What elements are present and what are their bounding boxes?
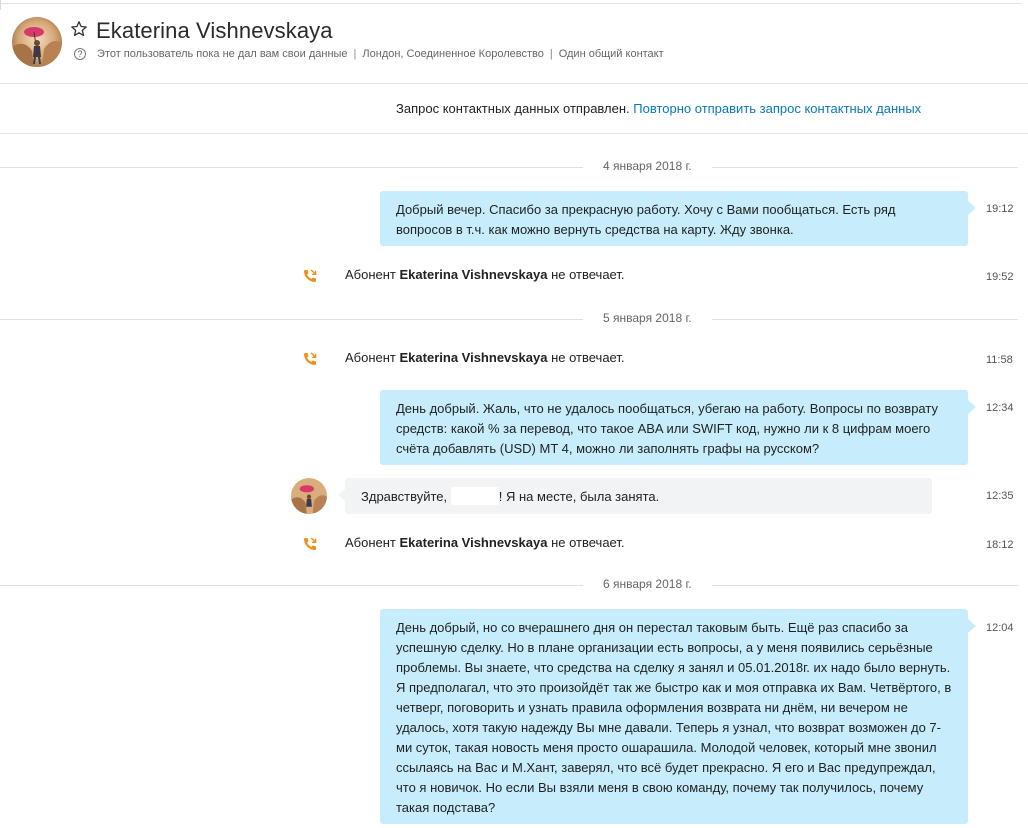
call-status: Абонент Ekaterina Vishnevskaya не отвеча… [345,350,624,365]
outgoing-message[interactable]: День добрый, но со вчерашнего дня он пер… [380,609,976,824]
avatar[interactable] [291,478,327,514]
message-text: День добрый, но со вчерашнего дня он пер… [396,620,952,815]
avatar[interactable] [12,17,62,67]
caller-name: Ekaterina Vishnevskaya [399,535,548,550]
date-separator: 6 января 2018 г. [0,576,1018,596]
redacted-name [450,487,499,505]
contact-name: Ekaterina Vishnevskaya [96,18,333,43]
missed-call-row: Абонент Ekaterina Vishnevskaya не отвеча… [0,534,1000,554]
date-label: 6 января 2018 г. [583,577,712,591]
frame-edge [0,3,1022,4]
message-time: 11:58 [986,354,1013,366]
missed-call-icon[interactable] [302,536,318,552]
incoming-message[interactable]: Здравствуйте, ! Я на месте, была занята. [338,478,932,514]
star-icon[interactable] [70,20,88,38]
date-label: 5 января 2018 г. [583,311,712,325]
missed-call-row: Абонент Ekaterina Vishnevskaya не отвеча… [0,266,1000,286]
call-status: Абонент Ekaterina Vishnevskaya не отвеча… [345,267,624,282]
resend-request-link[interactable]: Повторно отправить запрос контактных дан… [633,101,921,116]
request-status-text: Запрос контактных данных отправлен. [396,101,630,116]
contact-location: Лондон, Соединенное Королевство [362,48,544,60]
message-time: 12:35 [986,490,1014,502]
separator: | [549,48,553,60]
missed-call-icon[interactable] [302,351,318,367]
message-time: 12:04 [986,622,1014,634]
call-status: Абонент Ekaterina Vishnevskaya не отвеча… [345,535,624,550]
call-prefix: Абонент [345,267,396,282]
message-time: 19:12 [986,203,1014,215]
message-text: Добрый вечер. Спасибо за прекрасную рабо… [396,202,896,237]
message-time: 19:52 [986,271,1014,283]
message-text-end: ! Я на месте, была занята. [498,489,660,504]
missed-call-icon[interactable] [302,268,318,284]
help-icon[interactable]: ? [74,48,86,60]
date-label: 4 января 2018 г. [583,159,712,173]
caller-name: Ekaterina Vishnevskaya [399,267,548,282]
separator: | [353,48,357,60]
privacy-note: Этот пользователь пока не дал вам свои д… [97,48,348,60]
call-prefix: Абонент [345,535,396,550]
message-time: 12:34 [986,402,1014,414]
message-text-start: Здравствуйте, [361,489,448,504]
missed-call-row: Абонент Ekaterina Vishnevskaya не отвеча… [0,349,1000,369]
contact-meta: ? Этот пользователь пока не дал вам свои… [74,48,664,60]
shared-contacts[interactable]: Один общий контакт [559,48,664,60]
date-separator: 5 января 2018 г. [0,310,1018,330]
caller-name: Ekaterina Vishnevskaya [399,350,548,365]
date-separator: 4 января 2018 г. [0,158,1018,178]
message-text: День добрый. Жаль, что не удалось пообща… [396,401,938,456]
message-time: 18:12 [986,539,1014,551]
contact-request-bar: Запрос контактных данных отправлен. Повт… [0,84,1028,134]
outgoing-message[interactable]: Добрый вечер. Спасибо за прекрасную рабо… [380,191,976,246]
call-suffix: не отвечает. [551,267,625,282]
call-suffix: не отвечает. [551,535,625,550]
conversation-header: Ekaterina Vishnevskaya ? Этот пользовате… [0,0,1028,84]
call-suffix: не отвечает. [551,350,625,365]
call-prefix: Абонент [345,350,396,365]
request-status: Запрос контактных данных отправлен. Повт… [396,101,921,116]
outgoing-message[interactable]: День добрый. Жаль, что не удалось пообща… [380,390,976,465]
